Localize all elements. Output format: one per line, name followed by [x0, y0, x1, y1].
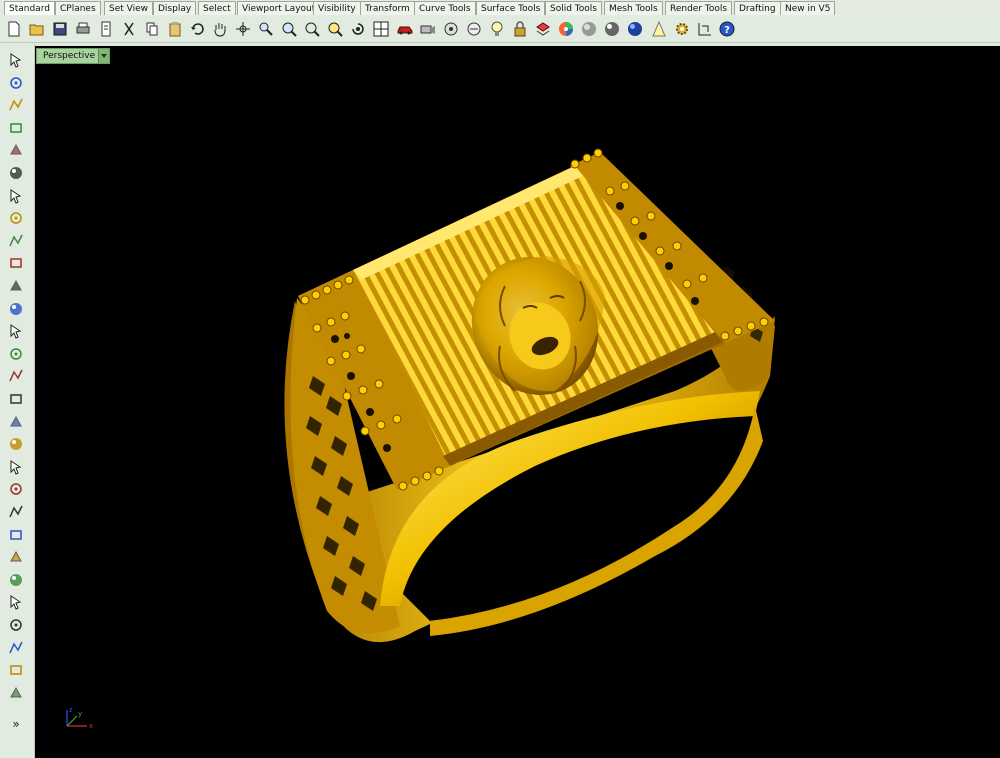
- car-icon[interactable]: [395, 19, 415, 39]
- left-toolbar: »: [0, 44, 35, 758]
- fillet-icon[interactable]: [6, 253, 26, 273]
- rebuild-icon[interactable]: [6, 660, 26, 680]
- zoom-extents-icon[interactable]: [302, 19, 322, 39]
- zoom-selected-icon[interactable]: [325, 19, 345, 39]
- tab-transform[interactable]: Transform: [360, 1, 415, 15]
- text-icon[interactable]: [6, 592, 26, 612]
- tab-cplanes[interactable]: CPlanes: [55, 1, 101, 15]
- blend-icon[interactable]: [6, 570, 26, 590]
- circle-icon[interactable]: [6, 140, 26, 160]
- new-icon[interactable]: [4, 19, 24, 39]
- circle-tool-icon[interactable]: [6, 231, 26, 251]
- axis-z-label: z: [69, 706, 73, 714]
- viewport-title: Perspective: [43, 51, 96, 61]
- cut-icon[interactable]: [119, 19, 139, 39]
- copy-icon[interactable]: [142, 19, 162, 39]
- axis-y-label: y: [78, 710, 82, 718]
- undo-icon[interactable]: [188, 19, 208, 39]
- tab-visibility[interactable]: Visibility: [313, 1, 361, 15]
- tab-new-in-v5[interactable]: New in V5: [780, 1, 836, 15]
- surface-icon[interactable]: [6, 299, 26, 319]
- perspective-viewport[interactable]: Perspective x y z: [35, 46, 1000, 758]
- rotate-view-icon[interactable]: [233, 19, 253, 39]
- transform-icon[interactable]: [6, 276, 26, 296]
- tab-render-tools[interactable]: Render Tools: [665, 1, 733, 15]
- box-icon[interactable]: [6, 321, 26, 341]
- viewport-title-tab[interactable]: Perspective: [36, 48, 111, 64]
- light-cone-icon[interactable]: [649, 19, 669, 39]
- pan-hand-icon[interactable]: [210, 19, 230, 39]
- tab-surface-tools[interactable]: Surface Tools: [476, 1, 546, 15]
- edit-points-icon[interactable]: [6, 412, 26, 432]
- named-view-icon-2[interactable]: [464, 19, 484, 39]
- spheres-icon[interactable]: [6, 525, 26, 545]
- save-icon[interactable]: [50, 19, 70, 39]
- light-bulb-icon[interactable]: [487, 19, 507, 39]
- array-icon[interactable]: [6, 638, 26, 658]
- curve-arrow-icon[interactable]: [6, 547, 26, 567]
- sphere-render-icon[interactable]: [602, 19, 622, 39]
- four-viewports-icon[interactable]: [371, 19, 391, 39]
- sphere-shaded-icon[interactable]: [579, 19, 599, 39]
- scale-icon[interactable]: [6, 615, 26, 635]
- sphere-blue-icon[interactable]: [625, 19, 645, 39]
- print-icon[interactable]: [73, 19, 93, 39]
- render-box-icon[interactable]: [6, 683, 26, 703]
- point-icon[interactable]: [6, 73, 26, 93]
- zoom-icon[interactable]: [256, 19, 276, 39]
- dimension-icon[interactable]: [6, 457, 26, 477]
- tab-solid-tools[interactable]: Solid Tools: [545, 1, 602, 15]
- extrude-icon[interactable]: [6, 366, 26, 386]
- main-toolbar: ?: [0, 16, 1000, 43]
- plane-icon[interactable]: [6, 389, 26, 409]
- polyline-icon[interactable]: [6, 95, 26, 115]
- help-icon[interactable]: ?: [717, 19, 737, 39]
- layer-icon[interactable]: [533, 19, 553, 39]
- tab-display[interactable]: Display: [153, 1, 197, 15]
- named-view-icon[interactable]: [441, 19, 461, 39]
- viewport-menu-dropdown[interactable]: [98, 49, 110, 63]
- tab-standard[interactable]: Standard: [4, 1, 55, 15]
- grid-snap-icon[interactable]: [695, 19, 715, 39]
- rectangle-icon[interactable]: [6, 208, 26, 228]
- tab-curve-tools[interactable]: Curve Tools: [414, 1, 476, 15]
- boolean-icon[interactable]: [6, 344, 26, 364]
- ellipse-icon[interactable]: [6, 163, 26, 183]
- axis-x-label: x: [89, 722, 93, 730]
- zoom-window-icon[interactable]: [279, 19, 299, 39]
- tab-viewport-layout[interactable]: Viewport Layout: [237, 1, 321, 15]
- tab-set-view[interactable]: Set View: [104, 1, 153, 15]
- world-axes-icon: x y z: [66, 706, 93, 730]
- camera-icon[interactable]: [418, 19, 438, 39]
- svg-text:?: ?: [724, 25, 730, 36]
- toolbar-tabs: Standard CPlanes Set View Display Select…: [0, 0, 1000, 17]
- rotate-camera-icon[interactable]: [348, 19, 368, 39]
- move-icon[interactable]: [6, 434, 26, 454]
- tab-mesh-tools[interactable]: Mesh Tools: [604, 1, 663, 15]
- ring-model: [284, 148, 775, 643]
- more-tools-button[interactable]: »: [6, 714, 26, 734]
- import-icon[interactable]: [96, 19, 116, 39]
- gear-options-icon[interactable]: [672, 19, 692, 39]
- mirror-icon[interactable]: [6, 479, 26, 499]
- polygon-icon[interactable]: [6, 186, 26, 206]
- open-icon[interactable]: [27, 19, 47, 39]
- tab-select[interactable]: Select: [198, 1, 236, 15]
- paste-icon[interactable]: [165, 19, 185, 39]
- lock-icon[interactable]: [510, 19, 530, 39]
- select-arrow-icon[interactable]: [6, 50, 26, 70]
- curve-icon[interactable]: [6, 118, 26, 138]
- tab-drafting[interactable]: Drafting: [734, 1, 781, 15]
- group-icon[interactable]: [6, 502, 26, 522]
- color-wheel-icon[interactable]: [556, 19, 576, 39]
